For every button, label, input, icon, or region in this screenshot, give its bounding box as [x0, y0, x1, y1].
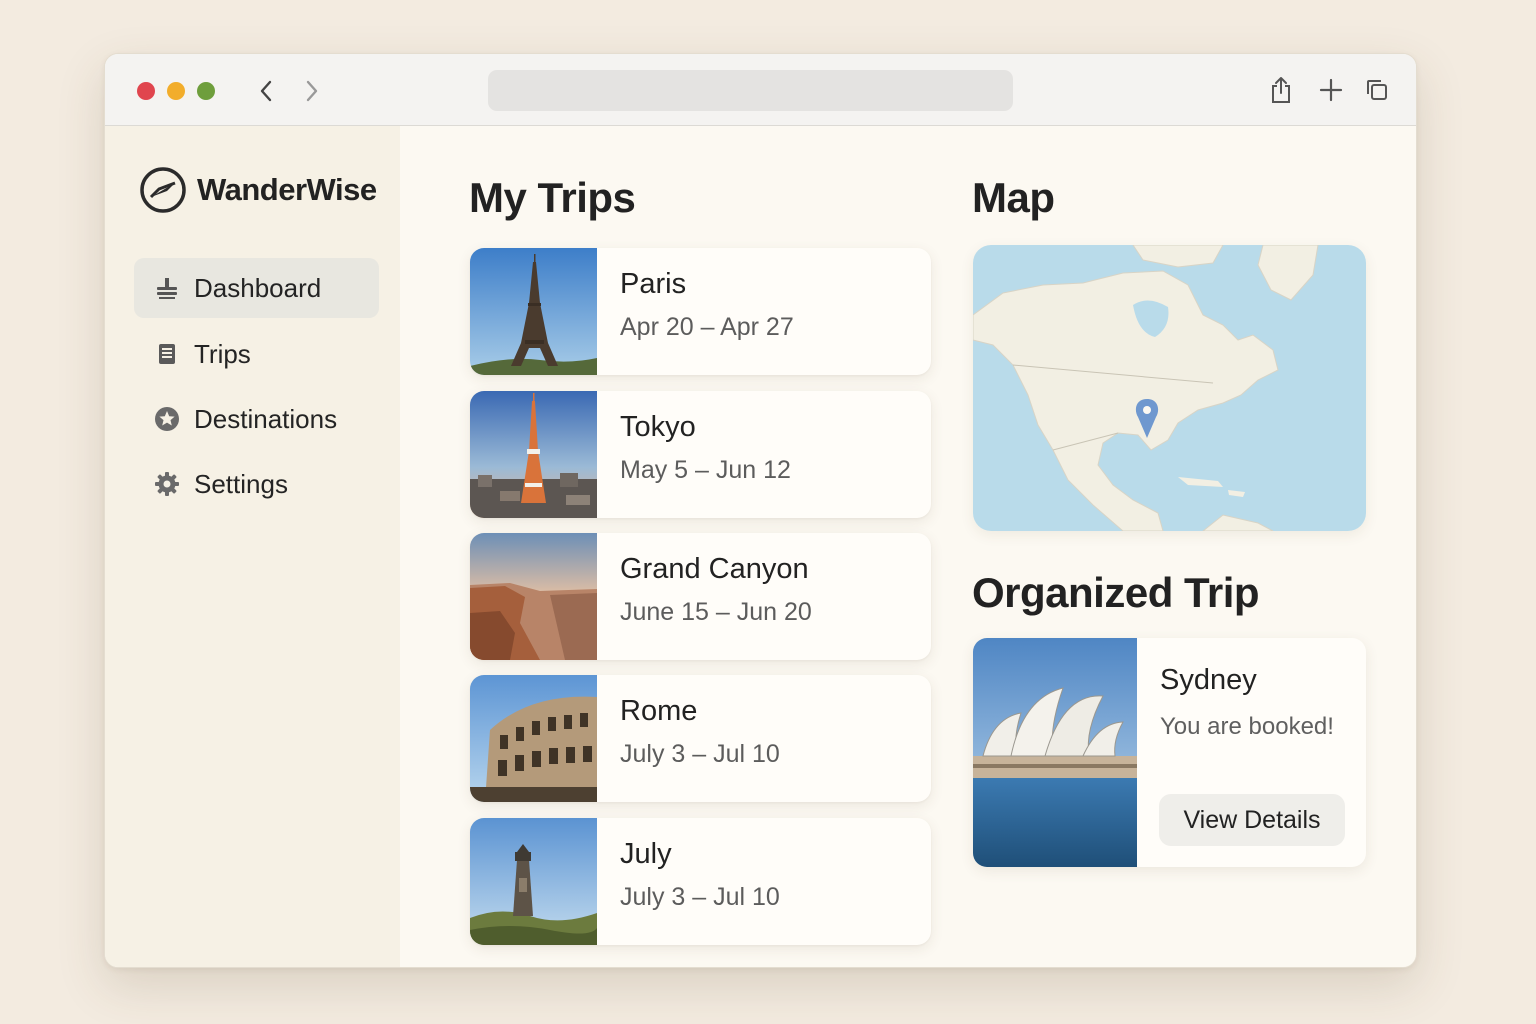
sidebar: WanderWise Dashboard Trips Destinations [105, 126, 400, 967]
forward-button[interactable] [297, 76, 327, 106]
sidebar-item-label: Destinations [194, 403, 338, 434]
trip-dates: Apr 20 – Apr 27 [620, 313, 794, 341]
trips-icon [154, 341, 180, 367]
new-tab-icon [1319, 78, 1343, 102]
colosseum-photo [470, 675, 597, 802]
back-button[interactable] [251, 76, 281, 106]
trip-card-tokyo[interactable]: Tokyo May 5 – Jun 12 [470, 391, 931, 518]
trip-card-july[interactable]: July July 3 – Jul 10 [470, 818, 931, 945]
view-details-button[interactable]: View Details [1159, 794, 1345, 846]
browser-window: WanderWise Dashboard Trips Destinations [104, 53, 1417, 968]
map-view[interactable] [973, 245, 1366, 531]
share-button[interactable] [1265, 74, 1297, 106]
address-bar[interactable] [488, 70, 1013, 111]
sydney-opera-house-photo [973, 638, 1137, 867]
sidebar-item-destinations[interactable]: Destinations [134, 389, 379, 449]
trip-card-grand-canyon[interactable]: Grand Canyon June 15 – Jun 20 [470, 533, 931, 660]
back-icon [260, 80, 272, 102]
tabs-overview-icon [1367, 80, 1387, 100]
compass-icon [140, 167, 186, 213]
close-button[interactable] [137, 82, 155, 100]
booking-status: You are booked! [1160, 713, 1334, 740]
tokyo-tower-photo [470, 391, 597, 518]
grand-canyon-photo [470, 533, 597, 660]
trip-card-paris[interactable]: Paris Apr 20 – Apr 27 [470, 248, 931, 375]
gear-icon [154, 471, 180, 497]
sidebar-item-dashboard[interactable]: Dashboard [134, 258, 379, 318]
browser-toolbar [105, 54, 1416, 126]
brand[interactable]: WanderWise [139, 166, 377, 214]
trip-name: Paris [620, 268, 687, 300]
zoom-button[interactable] [197, 82, 215, 100]
trip-card-rome[interactable]: Rome July 3 – Jul 10 [470, 675, 931, 802]
sidebar-item-label: Settings [194, 468, 288, 499]
map-section-title: Map [972, 174, 1055, 221]
sidebar-item-label: Trips [194, 338, 251, 369]
minimize-button[interactable] [167, 82, 185, 100]
new-tab-button[interactable] [1315, 74, 1347, 106]
sidebar-item-trips[interactable]: Trips [134, 324, 379, 384]
star-icon [154, 406, 180, 432]
trip-name: July [620, 838, 672, 870]
forward-icon [306, 80, 318, 102]
organized-trip-city: Sydney [1160, 664, 1257, 696]
trip-dates: July 3 – Jul 10 [620, 740, 780, 768]
trips-section-title: My Trips [469, 174, 636, 221]
trip-name: Tokyo [620, 411, 696, 443]
tabs-overview-button[interactable] [1361, 74, 1393, 106]
trip-name: Rome [620, 695, 698, 727]
organized-trip-card: Sydney You are booked! View Details [973, 638, 1366, 867]
trip-dates: July 3 – Jul 10 [620, 883, 780, 911]
organized-trip-title: Organized Trip [972, 569, 1260, 616]
eiffel-tower-photo [470, 248, 597, 375]
trip-name: Grand Canyon [620, 553, 809, 585]
lighthouse-photo [470, 818, 597, 945]
trip-dates: June 15 – Jun 20 [620, 598, 812, 626]
sidebar-item-label: Dashboard [194, 272, 322, 303]
share-icon [1272, 77, 1290, 103]
trip-dates: May 5 – Jun 12 [620, 456, 791, 484]
dashboard-icon [154, 275, 180, 301]
brand-name: WanderWise [197, 172, 377, 207]
sidebar-item-settings[interactable]: Settings [134, 454, 379, 514]
